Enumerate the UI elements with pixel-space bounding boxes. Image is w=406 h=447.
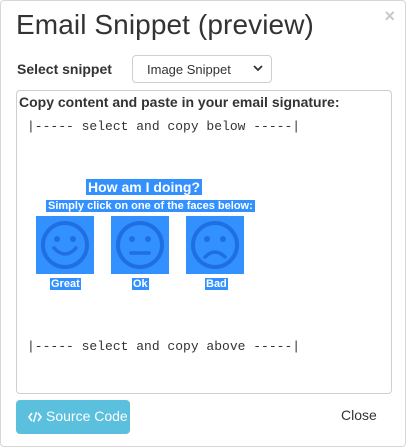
code-icon (28, 411, 42, 423)
close-icon[interactable]: × (384, 7, 395, 25)
snippet-preview-panel[interactable]: Copy content and paste in your email sig… (16, 90, 392, 394)
select-snippet-label: Select snippet (17, 61, 112, 77)
copy-below-marker: |----- select and copy below -----| (27, 119, 301, 134)
face-great[interactable] (36, 216, 94, 274)
face-ok[interactable] (111, 216, 169, 274)
face-label-great[interactable]: Great (50, 278, 81, 290)
panel-heading: Copy content and paste in your email sig… (19, 94, 340, 110)
modal-title: Email Snippet (preview) (16, 9, 314, 40)
snippet-select-row: Select snippet Image Snippet (17, 55, 397, 85)
source-code-button[interactable]: Source Code (16, 400, 130, 434)
close-button[interactable]: Close (341, 407, 377, 423)
feedback-title: How am I doing? (86, 179, 202, 195)
snippet-select[interactable]: Image Snippet (132, 55, 272, 83)
snippet-select-value: Image Snippet (147, 62, 231, 77)
happy-face-icon (41, 221, 89, 269)
feedback-subtitle: Simply click on one of the faces below: (46, 200, 255, 212)
face-label-ok[interactable]: Ok (132, 278, 149, 290)
source-code-label: Source Code (46, 408, 128, 424)
chevron-down-icon (253, 65, 263, 72)
face-label-bad[interactable]: Bad (205, 278, 228, 290)
face-bad[interactable] (186, 216, 244, 274)
copy-above-marker: |----- select and copy above -----| (27, 339, 301, 354)
email-snippet-modal: Email Snippet (preview) × Select snippet… (0, 0, 406, 447)
sad-face-icon (191, 221, 239, 269)
neutral-face-icon (116, 221, 164, 269)
